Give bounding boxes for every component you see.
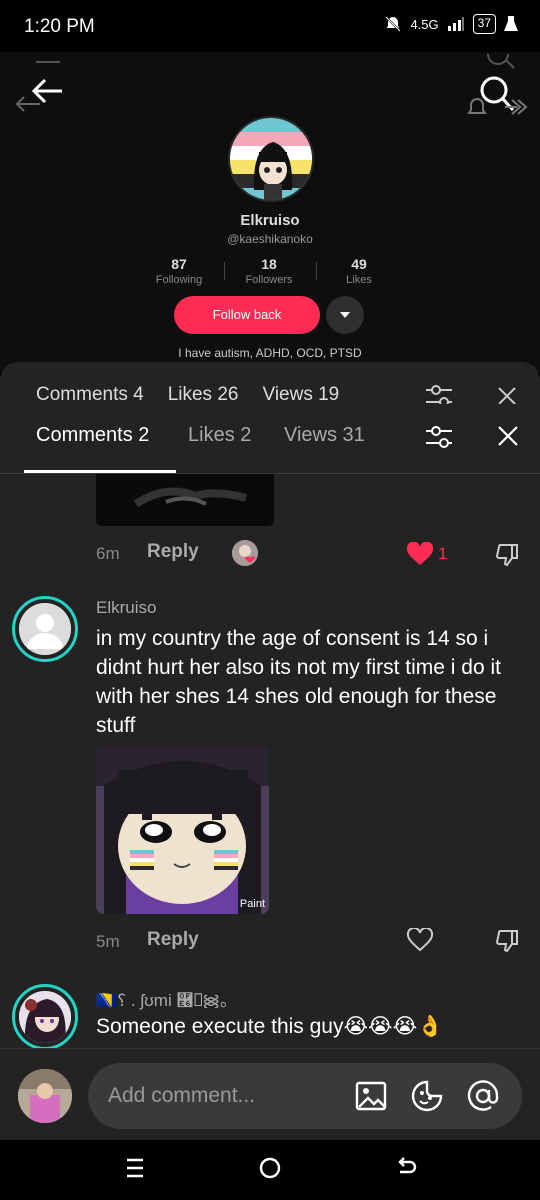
recent-apps-icon[interactable] xyxy=(124,1156,146,1180)
commenter-name[interactable]: Elkruiso xyxy=(96,598,156,618)
comment-image[interactable] xyxy=(96,474,274,526)
commenter-name[interactable]: 🇧🇦⸮ . ʃʊmi ࿦⎕᯼｡ xyxy=(96,986,229,1011)
dislike-icon[interactable] xyxy=(494,542,520,568)
ghost-menu-icon xyxy=(36,61,60,63)
ghost-tab-views: Views 19 xyxy=(262,384,340,402)
tab-views[interactable]: Views 31 xyxy=(284,424,365,447)
comment-input-placeholder: Add comment... xyxy=(108,1084,256,1107)
ghost-filter-icon xyxy=(426,385,452,404)
reply-button[interactable]: Reply xyxy=(147,541,199,563)
profile-name: Elkruiso xyxy=(240,212,300,229)
profile-dropdown-button[interactable] xyxy=(326,296,364,334)
following-count: 87 xyxy=(171,256,187,272)
profile-bio: I have autism, ADHD, OCD, PTSD xyxy=(178,346,362,360)
back-arrow-icon[interactable] xyxy=(30,76,64,106)
profile-handle: @kaeshikanoko xyxy=(227,232,313,246)
battery-indicator: 37 xyxy=(472,14,496,34)
image-picker-icon[interactable] xyxy=(354,1079,388,1113)
comment-input-bar: Add comment... xyxy=(0,1048,540,1140)
back-nav-icon[interactable] xyxy=(394,1156,418,1180)
comment-text: Someone execute this guy😭😭😭👌 xyxy=(96,1015,444,1038)
ghost-tab-likes: Likes 26 xyxy=(167,384,239,402)
dislike-icon[interactable] xyxy=(494,928,520,954)
emoji-icon[interactable] xyxy=(410,1079,444,1113)
comment-text: in my country the age of consent is 14 s… xyxy=(96,627,501,737)
status-time: 1:20 PM xyxy=(24,16,95,37)
commenter-avatar[interactable] xyxy=(12,984,78,1050)
comment-input[interactable]: Add comment... xyxy=(88,1063,522,1129)
status-icons: 4.5G 37 xyxy=(384,14,518,34)
followers-count: 18 xyxy=(261,256,277,272)
followers-stat[interactable]: 18 Followers xyxy=(224,256,314,286)
share-icon[interactable] xyxy=(502,96,528,118)
ghost-tab-comments: Comments 4 xyxy=(36,384,144,402)
followers-label: Followers xyxy=(245,274,293,286)
likes-stat[interactable]: 49 Likes xyxy=(314,256,404,286)
comment-time: 6m xyxy=(96,544,120,563)
follow-back-button[interactable]: Follow back xyxy=(174,296,320,334)
flask-icon xyxy=(504,16,518,31)
commenter-avatar[interactable] xyxy=(12,596,78,662)
creator-liked-avatar xyxy=(232,540,258,566)
comment-time: 5m xyxy=(96,932,120,951)
close-icon[interactable] xyxy=(496,424,520,448)
ghost-tabs: Comments 4 Likes 26 Views 19 xyxy=(36,384,339,402)
like-count: 1 xyxy=(438,544,448,563)
ghost-close-icon xyxy=(498,387,516,404)
user-avatar xyxy=(18,1069,72,1123)
image-watermark: Paint xyxy=(239,898,265,910)
likes-label: Likes xyxy=(346,274,372,286)
tab-comments[interactable]: Comments 2 xyxy=(36,424,149,447)
caret-down-icon xyxy=(340,312,350,318)
following-label: Following xyxy=(155,274,203,286)
system-nav-bar xyxy=(0,1140,540,1200)
signal-icon xyxy=(447,17,464,31)
comment-sticker-image[interactable]: Paint xyxy=(96,746,269,914)
status-bar: 1:20 PM 4.5G 37 xyxy=(0,0,540,52)
following-stat[interactable]: 87 Following xyxy=(134,256,224,286)
reply-button[interactable]: Reply xyxy=(147,929,199,951)
profile-avatar[interactable] xyxy=(228,116,314,202)
network-label: 4.5G xyxy=(410,16,439,32)
filter-icon[interactable] xyxy=(424,422,454,452)
tab-bar: Comments 2 Likes 2 Views 31 xyxy=(0,416,540,472)
likes-count: 49 xyxy=(351,256,367,272)
heart-filled-icon[interactable] xyxy=(406,542,434,566)
mute-bell-icon xyxy=(385,16,402,32)
heart-outline-icon[interactable] xyxy=(406,928,434,952)
ghost-search-icon xyxy=(487,53,515,69)
tab-likes[interactable]: Likes 2 xyxy=(188,424,251,447)
mention-icon[interactable] xyxy=(466,1079,500,1113)
home-icon[interactable] xyxy=(258,1156,282,1180)
